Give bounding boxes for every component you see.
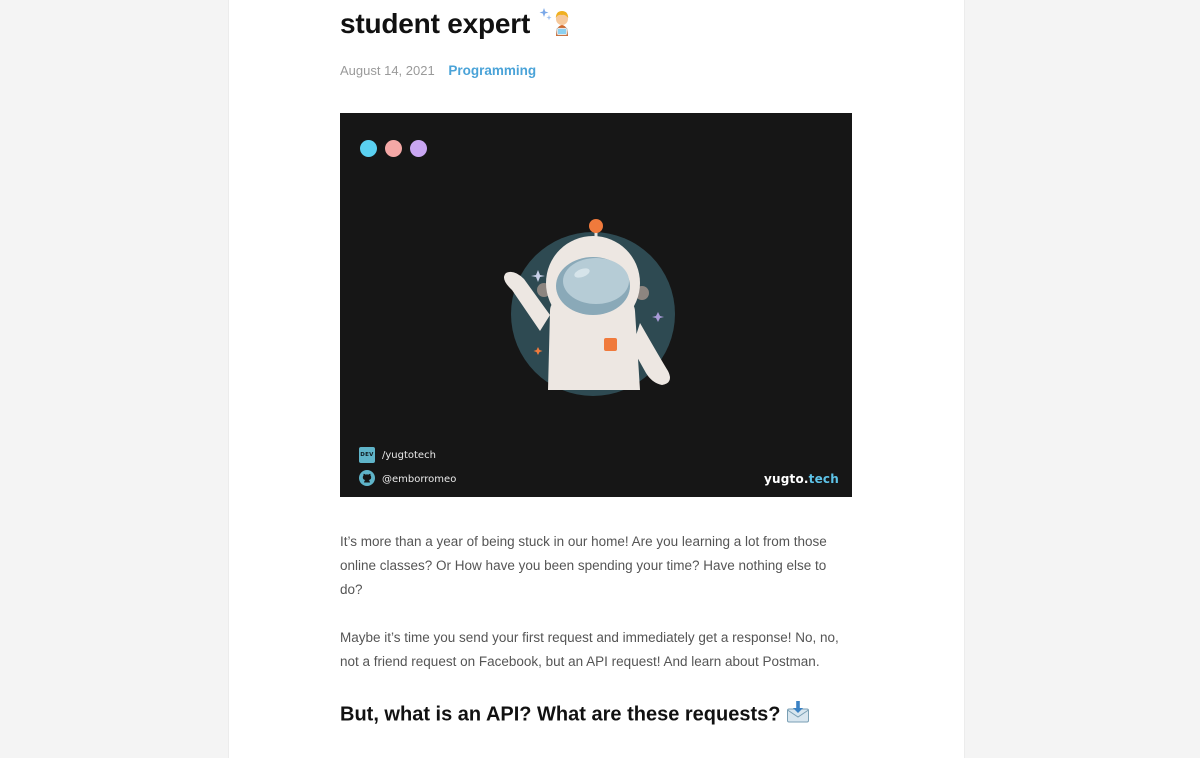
category-link[interactable]: Programming bbox=[448, 63, 536, 78]
envelope-download-icon bbox=[786, 700, 810, 730]
dev-handle: /yugtotech bbox=[382, 449, 436, 461]
github-icon bbox=[359, 470, 375, 489]
brand-tld: tech bbox=[808, 472, 839, 486]
brand-logo: yugto.tech bbox=[764, 472, 839, 486]
window-dot-blue bbox=[360, 140, 377, 157]
window-dot-pink bbox=[385, 140, 402, 157]
second-paragraph: Maybe it’s time you send your first requ… bbox=[340, 630, 839, 669]
intro-paragraph: It’s more than a year of being stuck in … bbox=[340, 534, 827, 597]
hero-image: DEV /yugtotech @emborromeo yugto.tech bbox=[340, 113, 852, 497]
post-title: student expert bbox=[340, 6, 572, 45]
window-dot-purple bbox=[410, 140, 427, 157]
section-heading: But, what is an API? What are these requ… bbox=[340, 700, 810, 730]
post-meta: August 14, 2021 Programming bbox=[340, 63, 536, 78]
student-emoji-icon bbox=[538, 6, 572, 45]
dev-badge-icon: DEV bbox=[359, 447, 375, 463]
github-link: @emborromeo bbox=[359, 470, 456, 489]
dev-link: DEV /yugtotech bbox=[359, 447, 436, 463]
post-date: August 14, 2021 bbox=[340, 63, 435, 78]
brand-name: yugto. bbox=[763, 472, 809, 486]
section-heading-text: But, what is an API? What are these requ… bbox=[340, 703, 781, 726]
post-title-text: student expert bbox=[340, 7, 531, 39]
github-handle: @emborromeo bbox=[382, 474, 457, 485]
astronaut-illustration bbox=[504, 219, 675, 396]
